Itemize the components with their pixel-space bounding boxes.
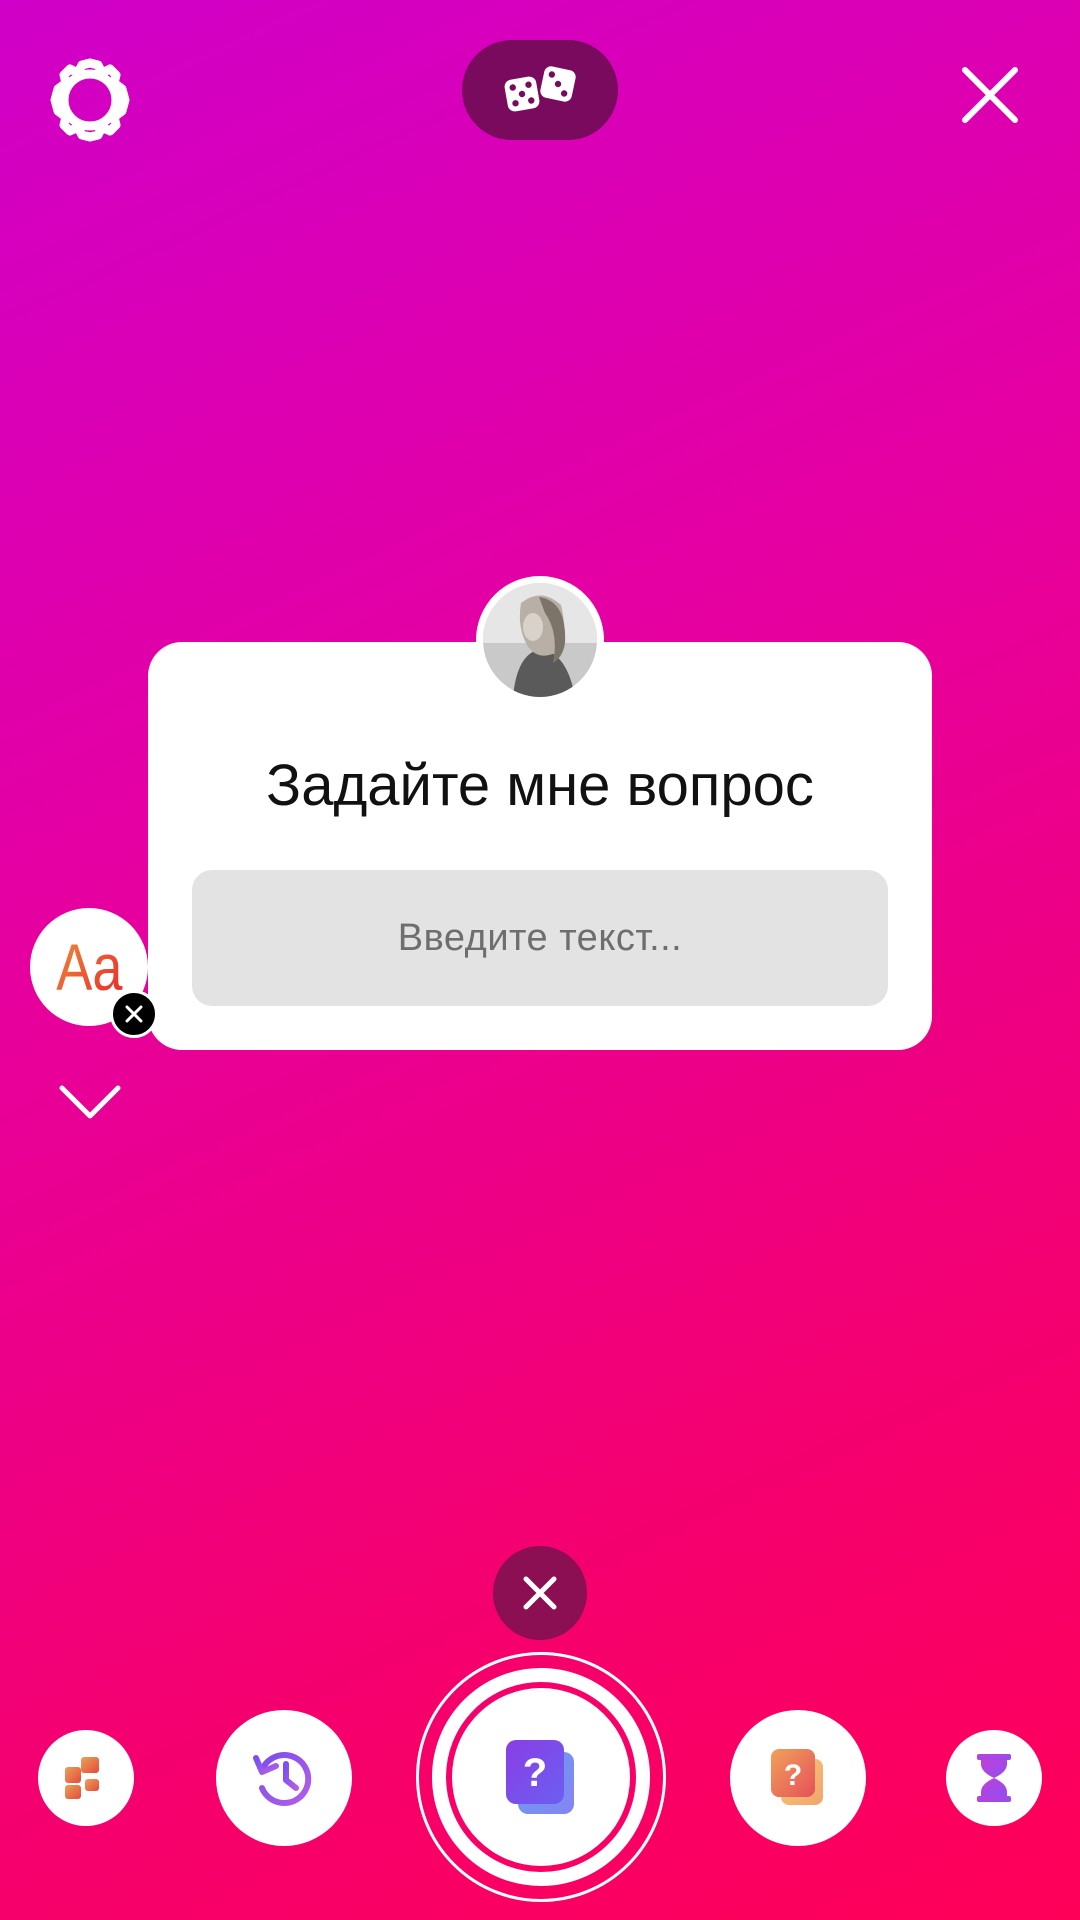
question-sticker-icon: ? bbox=[771, 1749, 823, 1805]
sticker-question-text: Задайте мне вопрос bbox=[266, 753, 814, 818]
svg-text:?: ? bbox=[523, 1751, 547, 1795]
random-question-button[interactable] bbox=[462, 40, 618, 140]
answer-placeholder: Введите текст... bbox=[397, 916, 683, 959]
layout-icon bbox=[65, 1757, 99, 1799]
capture-button[interactable]: ? bbox=[452, 1688, 630, 1866]
close-icon bbox=[125, 1005, 143, 1023]
layout-button[interactable] bbox=[38, 1730, 134, 1826]
delete-icon bbox=[523, 1576, 557, 1610]
history-icon bbox=[253, 1752, 312, 1806]
question-sticker-icon: ? bbox=[506, 1740, 574, 1814]
hourglass-icon bbox=[977, 1754, 1011, 1802]
close-icon[interactable] bbox=[955, 60, 1025, 130]
text-style-label: Aa bbox=[55, 930, 123, 1004]
profile-photo bbox=[483, 583, 597, 697]
remove-style-button[interactable] bbox=[110, 990, 158, 1038]
timer-button[interactable] bbox=[946, 1730, 1042, 1826]
avatar bbox=[476, 576, 604, 704]
delete-button[interactable] bbox=[493, 1546, 587, 1640]
history-button[interactable] bbox=[216, 1710, 352, 1846]
answer-input[interactable]: Введите текст... bbox=[192, 870, 888, 1006]
question-sticker-button[interactable]: ? bbox=[730, 1710, 866, 1846]
chevron-down-icon[interactable] bbox=[56, 1080, 124, 1124]
svg-text:?: ? bbox=[784, 1759, 802, 1792]
dice-icon bbox=[504, 66, 576, 112]
settings-gear-icon[interactable] bbox=[45, 55, 135, 145]
